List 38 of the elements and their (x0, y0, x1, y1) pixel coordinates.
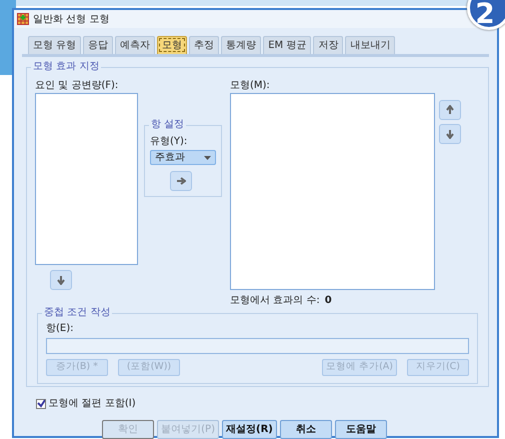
checkbox[interactable] (36, 398, 46, 408)
tab[interactable]: 저장 (313, 36, 344, 54)
field-label: 유형(Y): (150, 136, 188, 148)
effect-count-label: 모형에서 효과의 수: (230, 295, 320, 307)
move-down-button[interactable] (438, 124, 460, 144)
window-title: 일반화 선형 모형 (33, 12, 110, 26)
group-title: 항 설정 (149, 119, 186, 131)
type-dropdown[interactable]: 주효과 (150, 150, 216, 165)
button[interactable]: 재설정(R) (222, 420, 277, 439)
up-arrow-icon (444, 105, 454, 115)
tab[interactable]: 모형 유형 (28, 36, 82, 54)
tab[interactable]: EM 평균 (263, 36, 312, 54)
term-field[interactable] (46, 338, 469, 354)
tab[interactable]: 응답 (83, 36, 114, 54)
tab[interactable]: 모형 (157, 36, 188, 54)
button[interactable]: 취소 (280, 420, 332, 439)
effect-count: 0 (324, 295, 332, 307)
table-icon (17, 13, 29, 25)
move-up-button[interactable] (438, 100, 460, 120)
tab[interactable]: 통계량 (221, 36, 262, 54)
tab[interactable]: 추정 (189, 36, 220, 54)
list-label: 모형(M): (230, 80, 271, 92)
list-label: 요인 및 공변량(F): (35, 80, 120, 92)
group-title: 중첩 조건 작성 (42, 307, 112, 319)
down-arrow-icon (56, 275, 66, 285)
down-arrow-icon (444, 129, 454, 139)
field-label: 항(E): (46, 323, 74, 335)
tab[interactable]: 내보내기 (345, 36, 396, 54)
checkbox-label: 모형에 절편 포함(I) (48, 397, 136, 411)
right-arrow-icon (176, 176, 186, 186)
step-badge: 2 (467, 0, 505, 30)
factors-list[interactable] (35, 93, 138, 265)
add-term-button[interactable] (170, 171, 192, 191)
move-down-button[interactable] (50, 270, 72, 290)
group-title: 모형 효과 지정 (31, 61, 102, 73)
caret-icon (204, 156, 211, 160)
button[interactable]: 도움말 (334, 420, 387, 439)
tab[interactable]: 예측자 (115, 36, 156, 54)
